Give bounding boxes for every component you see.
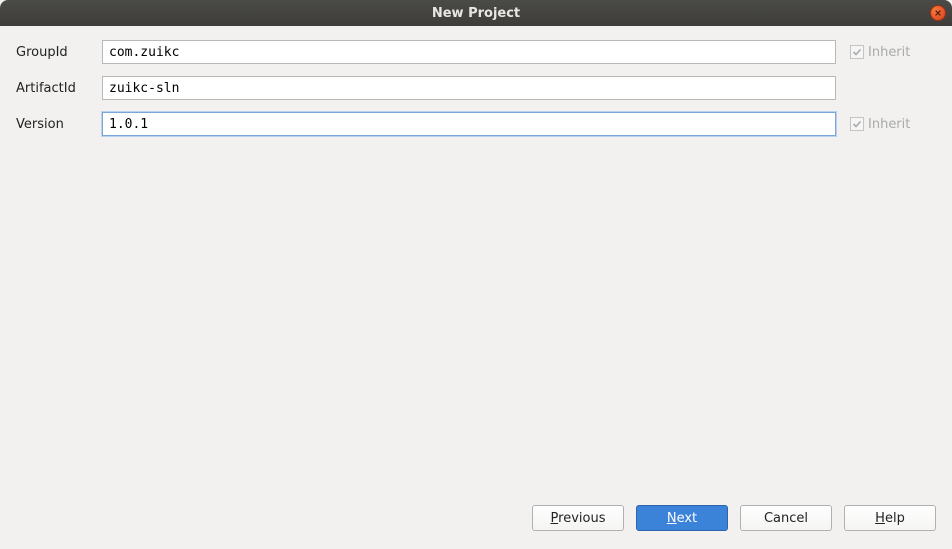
row-groupid: GroupId Inherit <box>16 40 936 64</box>
dialog-content: GroupId Inherit ArtifactId Version Inher… <box>0 26 952 549</box>
input-groupid[interactable] <box>102 40 836 64</box>
row-artifactid: ArtifactId <box>16 76 936 100</box>
next-button[interactable]: Next <box>636 505 728 531</box>
window-title: New Project <box>432 6 520 21</box>
checkmark-icon <box>852 47 862 57</box>
button-bar: Previous Next Cancel Help <box>16 499 936 539</box>
row-version: Version Inherit <box>16 112 936 136</box>
label-version: Version <box>16 117 102 132</box>
inherit-groupid-label: Inherit <box>868 45 910 60</box>
help-button[interactable]: Help <box>844 505 936 531</box>
cancel-button[interactable]: Cancel <box>740 505 832 531</box>
label-groupid: GroupId <box>16 45 102 60</box>
label-artifactid: ArtifactId <box>16 81 102 96</box>
checkmark-icon <box>852 119 862 129</box>
form-area: GroupId Inherit ArtifactId Version Inher… <box>16 40 936 499</box>
input-version[interactable] <box>102 112 836 136</box>
titlebar: New Project <box>0 0 952 26</box>
inherit-version-label: Inherit <box>868 117 910 132</box>
close-icon <box>934 9 942 17</box>
inherit-version: Inherit <box>850 117 936 132</box>
inherit-groupid: Inherit <box>850 45 936 60</box>
input-artifactid[interactable] <box>102 76 836 100</box>
inherit-groupid-checkbox[interactable] <box>850 45 864 59</box>
close-button[interactable] <box>930 5 946 21</box>
previous-button[interactable]: Previous <box>532 505 624 531</box>
inherit-version-checkbox[interactable] <box>850 117 864 131</box>
